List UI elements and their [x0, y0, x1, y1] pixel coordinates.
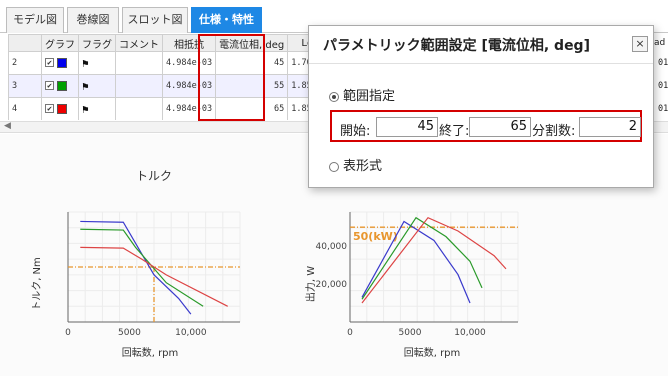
tab-winding[interactable]: 巻線図	[67, 7, 119, 33]
x-tick-label: 5000	[399, 328, 422, 338]
x-axis-title: 回転数, rpm	[404, 346, 461, 359]
comment-cell[interactable]	[115, 97, 163, 120]
series-color-swatch[interactable]	[57, 57, 67, 68]
graph-checkbox[interactable]: ✔	[45, 81, 54, 91]
graph-cell[interactable]: ✔	[41, 97, 79, 120]
end-input[interactable]: 65	[469, 117, 531, 137]
start-input[interactable]: 45	[376, 117, 438, 137]
comment-cell[interactable]	[115, 51, 163, 75]
torque-chart: トルク, Nm 回転数, rpm 0 5000 10,000	[31, 211, 241, 359]
table-header-row: グラフ フラグ コメント 相抵抗 電流位相, deg Ld, H	[8, 34, 342, 52]
col-header-index	[8, 34, 42, 52]
range-radio[interactable]	[329, 91, 339, 102]
x-tick-label: 5000	[118, 328, 141, 338]
table-radio[interactable]	[329, 161, 339, 172]
series-color-swatch[interactable]	[57, 103, 67, 114]
col-header-comment[interactable]: コメント	[115, 34, 163, 52]
flag-icon[interactable]: ⚑	[82, 80, 89, 93]
end-label: 終了:	[439, 124, 470, 139]
row-index: 3	[8, 74, 42, 98]
x-axis-title: 回転数, rpm	[122, 346, 179, 359]
start-label: 開始:	[340, 124, 371, 139]
scroll-left-icon[interactable]: ◀	[4, 121, 11, 131]
flag-cell[interactable]: ⚑	[78, 74, 116, 98]
flag-cell[interactable]: ⚑	[78, 51, 116, 75]
col-header-flag[interactable]: フラグ	[78, 34, 116, 52]
reference-annotation: 50(kW)	[353, 230, 398, 243]
range-option-label: 範囲指定	[343, 89, 396, 104]
tab-spec[interactable]: 仕様・特性	[191, 7, 262, 33]
series-line	[80, 228, 204, 307]
flag-icon[interactable]: ⚑	[82, 103, 89, 116]
graph-checkbox[interactable]: ✔	[45, 58, 54, 68]
dialog-header[interactable]: パラメトリック範囲設定 [電流位相, deg] ×	[309, 26, 653, 64]
y-tick-label: 20,000	[316, 280, 348, 290]
y-tick-label: 40,000	[316, 242, 348, 252]
right-cell-fragment: 01	[658, 104, 668, 114]
close-icon[interactable]: ×	[632, 36, 648, 52]
flag-cell[interactable]: ⚑	[78, 97, 116, 120]
graph-cell[interactable]: ✔	[41, 51, 79, 75]
graph-checkbox[interactable]: ✔	[45, 104, 54, 114]
right-col-header-fragment: ad	[654, 38, 666, 48]
table-row[interactable]: 4 ✔ ⚑ 4.984e-03 65 1.857e-04	[8, 97, 342, 120]
x-tick-label: 0	[65, 328, 71, 338]
table-row[interactable]: 2 ✔ ⚑ 4.984e-03 45 1.700e-04	[8, 51, 342, 75]
range-inputs-box: 開始: 45 終了: 65 分割数: 2	[330, 110, 642, 142]
divisions-input[interactable]: 2	[579, 117, 641, 137]
series-color-swatch[interactable]	[57, 80, 67, 91]
dialog-title: パラメトリック範囲設定 [電流位相, deg]	[323, 38, 590, 54]
range-option[interactable]: 範囲指定	[329, 85, 395, 104]
tab-slot[interactable]: スロット図	[122, 7, 188, 33]
row-index: 2	[8, 51, 42, 75]
y-axis-title: トルク, Nm	[31, 257, 43, 311]
table-option[interactable]: 表形式	[329, 155, 382, 174]
comment-cell[interactable]	[115, 74, 163, 98]
right-cell-fragment: 01	[658, 81, 668, 91]
x-tick-label: 10,000	[175, 328, 207, 338]
div-label: 分割数:	[532, 124, 576, 139]
x-tick-label: 0	[347, 328, 353, 338]
series-line	[80, 220, 192, 315]
col-header-graph[interactable]: グラフ	[41, 34, 79, 52]
table-option-label: 表形式	[343, 159, 383, 174]
table-row[interactable]: 3 ✔ ⚑ 4.984e-03 55 1.859e-04	[8, 74, 342, 98]
tab-model[interactable]: モデル図	[6, 7, 64, 33]
graph-cell[interactable]: ✔	[41, 74, 79, 98]
right-cell-fragment: 01	[658, 58, 668, 68]
parametric-range-dialog: パラメトリック範囲設定 [電流位相, deg] × 範囲指定 開始: 45 終了…	[308, 25, 654, 188]
x-tick-label: 10,000	[454, 328, 486, 338]
row-index: 4	[8, 97, 42, 120]
phase-column-highlight	[198, 34, 265, 121]
flag-icon[interactable]: ⚑	[82, 57, 89, 70]
